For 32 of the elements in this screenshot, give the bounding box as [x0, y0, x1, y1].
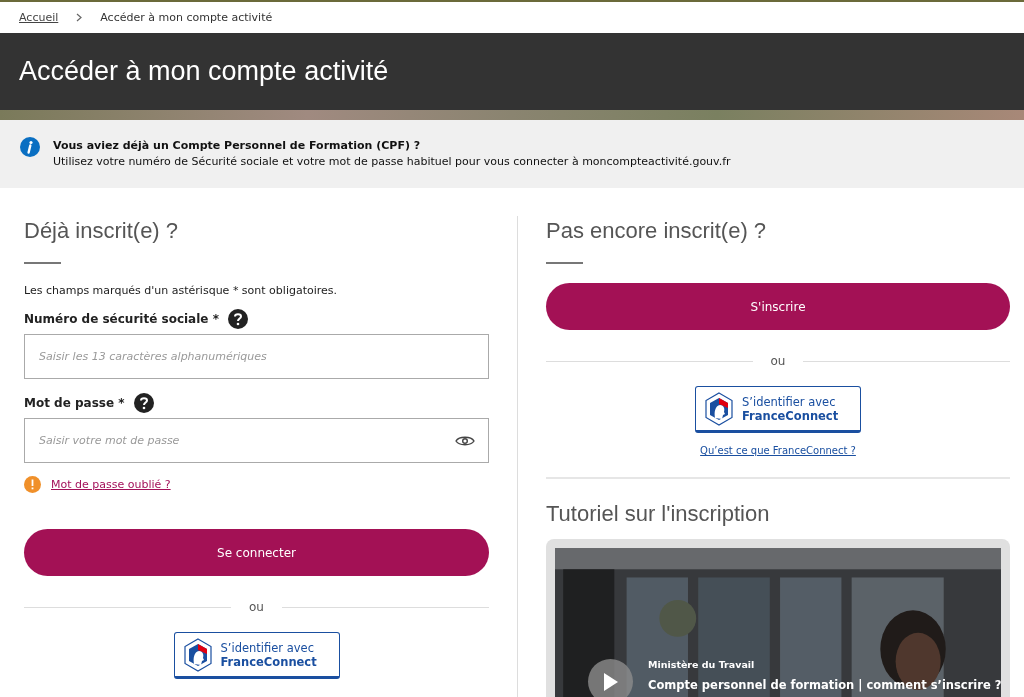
chevron-icon	[76, 13, 83, 22]
field-label: Mot de passe *	[24, 396, 125, 410]
hexagon-icon	[704, 391, 734, 426]
required-note: Les champs marqués d'un astérisque * sont obligatoires.	[24, 284, 339, 297]
play-icon	[603, 672, 618, 691]
eye-icon[interactable]	[455, 435, 475, 447]
page-title: Accéder à mon compte activité	[19, 56, 389, 87]
franceconnect-button[interactable]: S’identifier avec FranceConnect	[695, 386, 861, 433]
notice-title: Vous aviez déjà un Compte Personnel de Formation (CPF) ?	[53, 138, 422, 154]
breadcrumb-link[interactable]: Accueil	[19, 11, 59, 24]
input-field[interactable]: Saisir votre mot de passe	[24, 418, 489, 463]
separator-label: ou	[770, 354, 786, 368]
info-icon	[20, 137, 40, 157]
help-icon[interactable]	[227, 309, 248, 329]
signup-button[interactable]: S'inscrire	[546, 283, 1010, 330]
input-field[interactable]: Saisir les 13 caractères alphanumériques	[24, 334, 489, 379]
section-heading: Déjà inscrit(e) ?	[24, 218, 180, 244]
warning-icon	[24, 476, 41, 493]
help-icon[interactable]	[133, 393, 154, 413]
video-channel: Ministère du Travail	[648, 659, 756, 670]
notice-text: Utilisez votre numéro de Sécurité sociale et votre mot de passe habituel pour vous connecter à moncompteactivité.gouv.fr	[53, 154, 731, 170]
forgot-password-link[interactable]: Mot de passe oublié ?	[51, 478, 171, 491]
video-title: Compte personnel de formation | comment s’inscrire ?	[648, 678, 1001, 692]
breadcrumb-current: Accéder à mon compte activité	[100, 11, 273, 24]
field-label: Numéro de sécurité sociale *	[24, 312, 219, 326]
franceconnect-info-link[interactable]: Qu’est ce que FranceConnect ?	[700, 445, 856, 456]
hexagon-icon	[182, 637, 213, 672]
section-heading: Tutoriel sur l'inscription	[546, 501, 771, 527]
franceconnect-button[interactable]: S’identifier avec FranceConnect	[173, 632, 340, 679]
login-button[interactable]: Se connecter	[24, 529, 489, 576]
section-heading: Pas encore inscrit(e) ?	[546, 218, 768, 244]
separator-label: ou	[249, 600, 264, 614]
